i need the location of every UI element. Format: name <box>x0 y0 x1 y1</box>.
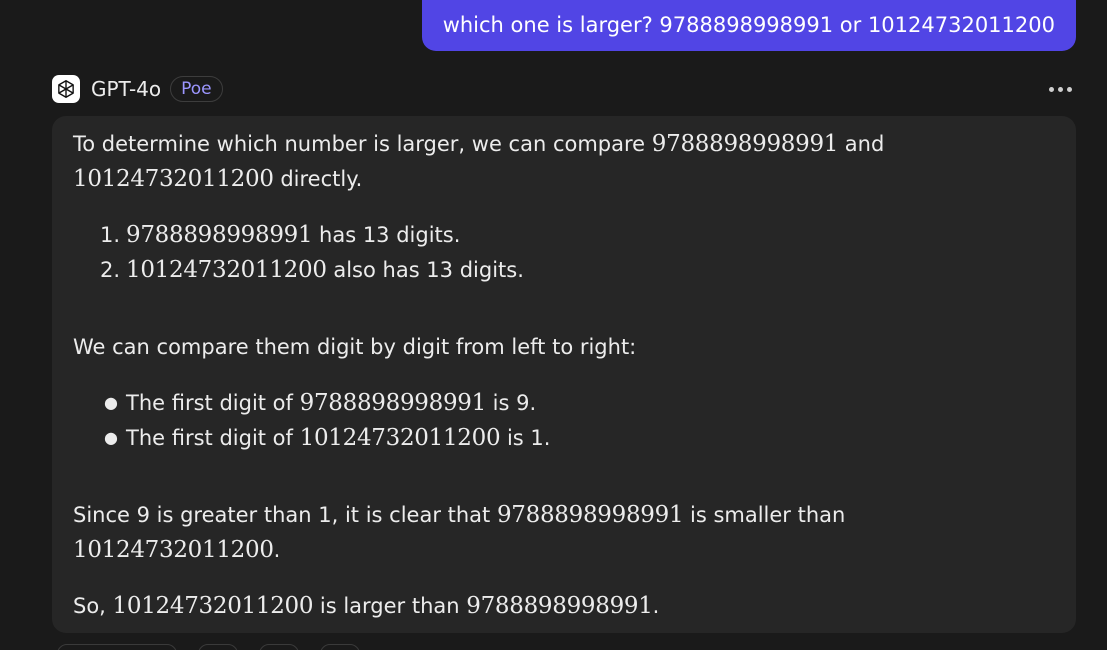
bullet-list-item: ● The first digit of 9788898998991 is 9. <box>104 385 536 421</box>
bullet-icon: ● <box>104 428 118 447</box>
more-horizontal-icon <box>1049 86 1054 92</box>
bot-name[interactable]: GPT-4o <box>91 77 161 101</box>
response-paragraph-1-line-2: 10124732011200 directly. <box>73 166 363 192</box>
more-options-button[interactable] <box>1045 81 1076 98</box>
math-number: 10124732011200 <box>73 537 274 563</box>
share-button[interactable] <box>57 644 177 650</box>
copy-button[interactable] <box>320 644 360 650</box>
user-message-text: which one is larger? 9788898998991 or 10… <box>442 12 1055 37</box>
bot-message-bubble: To determine which number is larger, we … <box>52 116 1076 633</box>
ordered-list-item: 2. 10124732011200 also has 13 digits. <box>100 257 524 283</box>
math-number: 10124732011200 <box>126 257 327 283</box>
math-number: 9788898998991 <box>126 222 313 248</box>
response-paragraph-4: So, 10124732011200 is larger than 978889… <box>73 593 660 619</box>
math-number: 9788898998991 <box>651 131 839 157</box>
dislike-button[interactable] <box>259 644 299 650</box>
ordered-list-item: 1. 9788898998991 has 13 digits. <box>100 222 461 248</box>
openai-logo-icon[interactable] <box>52 75 80 103</box>
bullet-icon: ● <box>104 393 118 412</box>
math-number: 9788898998991 <box>299 390 487 416</box>
like-button[interactable] <box>198 644 238 650</box>
math-number: 10124732011200 <box>299 425 501 451</box>
response-paragraph-2: We can compare them digit by digit from … <box>73 335 637 359</box>
poe-badge: Poe <box>170 76 223 102</box>
math-number: 9788898998991 <box>466 593 653 619</box>
response-paragraph-3-line-2: 10124732011200. <box>73 537 281 563</box>
response-paragraph-1-line-1: To determine which number is larger, we … <box>73 131 885 157</box>
bot-header: GPT-4o Poe <box>52 74 1076 104</box>
chat-page: which one is larger? 9788898998991 or 10… <box>0 0 1107 650</box>
math-number: 9788898998991 <box>496 502 684 528</box>
bullet-list-item: ● The first digit of 10124732011200 is 1. <box>104 420 550 456</box>
math-number: 10124732011200 <box>112 593 314 619</box>
response-paragraph-3-line-1: Since 9 is greater than 1, it is clear t… <box>73 502 846 528</box>
user-message-bubble: which one is larger? 9788898998991 or 10… <box>421 0 1076 51</box>
math-number: 10124732011200 <box>73 166 274 192</box>
